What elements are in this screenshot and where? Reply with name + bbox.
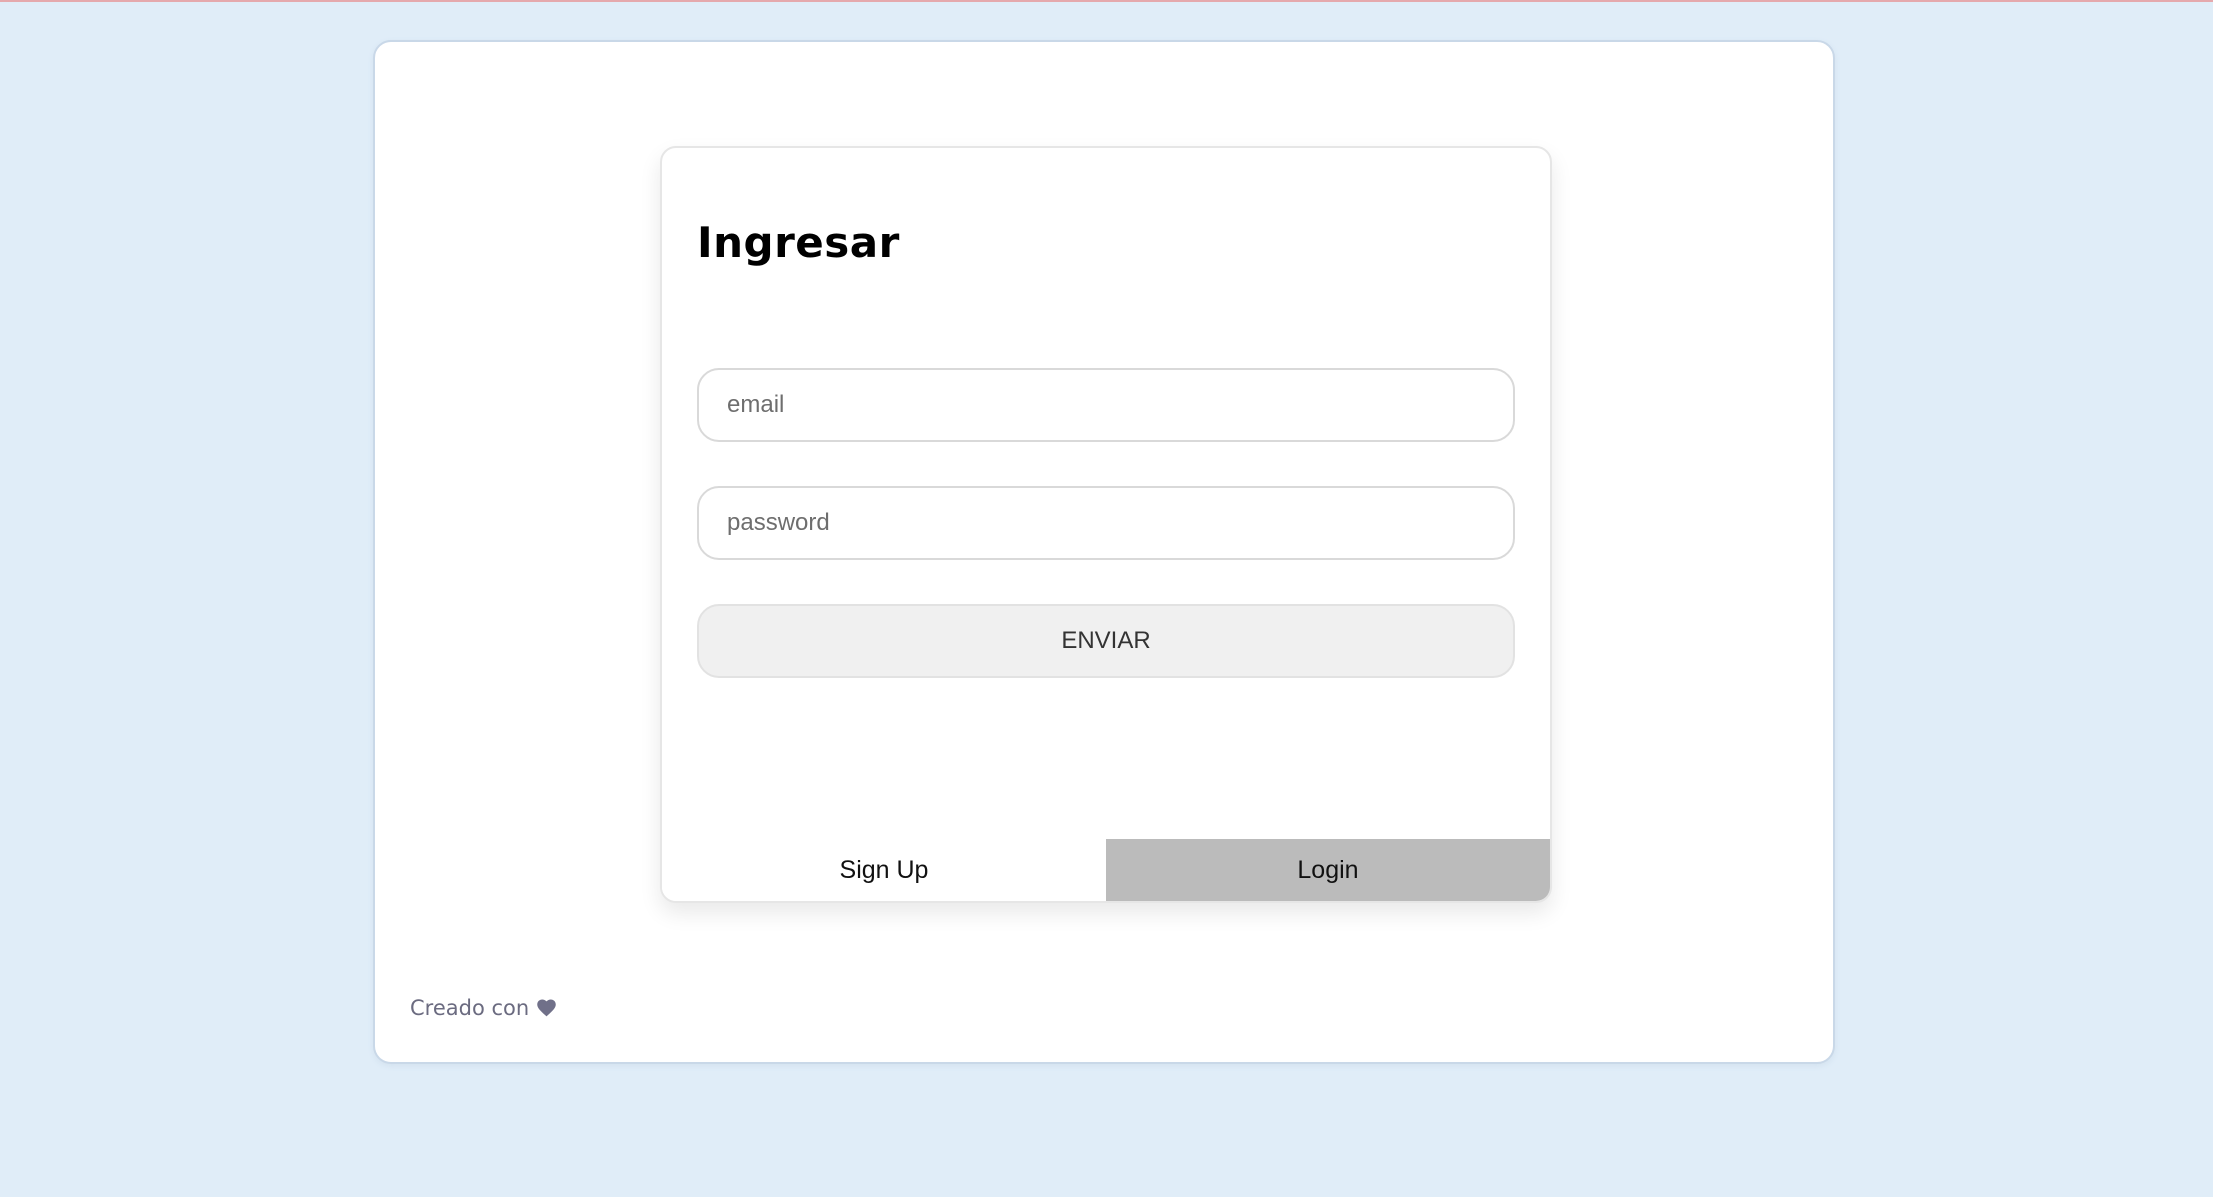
footer: Creado con bbox=[410, 996, 556, 1020]
tab-sign-up[interactable]: Sign Up bbox=[662, 839, 1106, 901]
main-container: Ingresar ENVIAR Sign Up Login Creado con bbox=[373, 40, 1835, 1064]
tab-sign-up-label: Sign Up bbox=[839, 855, 929, 884]
login-card: Ingresar ENVIAR Sign Up Login bbox=[660, 146, 1552, 903]
page-background: Ingresar ENVIAR Sign Up Login Creado con bbox=[0, 0, 2213, 1197]
tab-login-label: Login bbox=[1297, 855, 1359, 884]
page-title: Ingresar bbox=[697, 218, 900, 267]
password-field[interactable] bbox=[697, 486, 1515, 560]
auth-tabs: Sign Up Login bbox=[662, 839, 1550, 901]
submit-button[interactable]: ENVIAR bbox=[697, 604, 1515, 678]
tab-login[interactable]: Login bbox=[1106, 839, 1550, 901]
footer-text: Creado con bbox=[410, 996, 530, 1020]
heart-icon bbox=[537, 999, 556, 1017]
email-field[interactable] bbox=[697, 368, 1515, 442]
